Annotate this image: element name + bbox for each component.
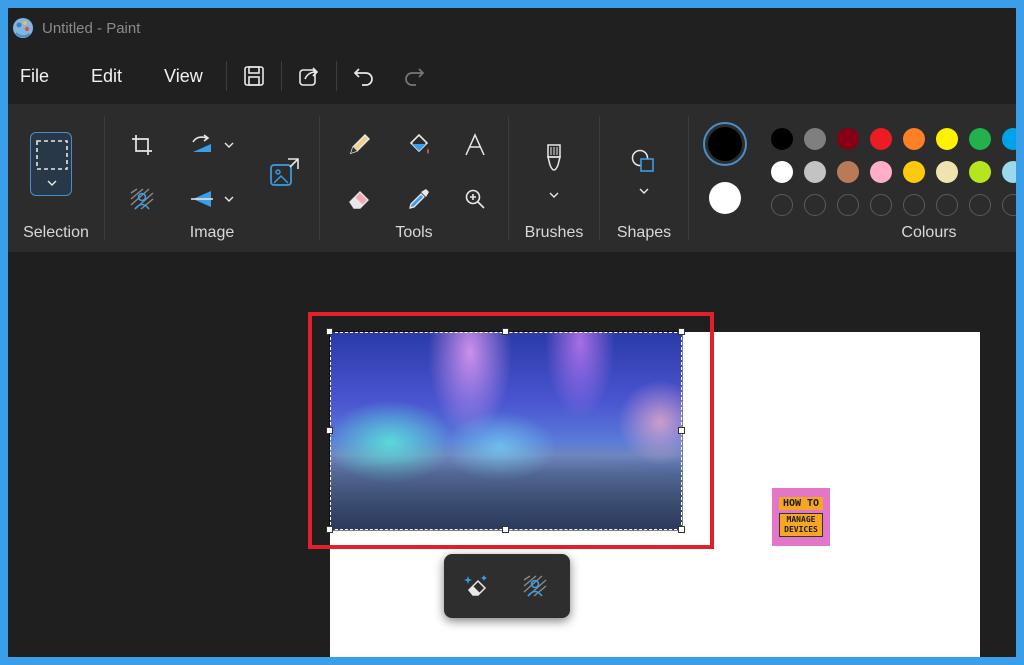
menu-divider [225, 61, 227, 91]
menu-edit[interactable]: Edit [78, 66, 135, 87]
menu-bar: File Edit View [8, 56, 1016, 96]
shapes-label: Shapes [616, 224, 672, 241]
shapes-icon[interactable] [626, 144, 660, 178]
save-icon[interactable] [237, 59, 271, 93]
flip-icon[interactable] [185, 182, 219, 216]
undo-icon[interactable] [347, 59, 381, 93]
redo-icon[interactable] [397, 59, 431, 93]
custom-colour-slot[interactable] [837, 194, 859, 216]
selection-button[interactable] [30, 132, 72, 196]
paint-window: Untitled - Paint File Edit View Selectio… [8, 8, 1016, 657]
menu-divider [280, 61, 282, 91]
canvas-workspace: HOW TO MANAGE DEVICES [8, 252, 1016, 657]
colour-swatch[interactable] [837, 128, 859, 150]
menu-divider [335, 61, 337, 91]
colour-swatch[interactable] [837, 161, 859, 183]
logo-line-2: MANAGE DEVICES [779, 513, 823, 537]
image-group: Image [105, 104, 319, 252]
secondary-colour-swatch[interactable] [709, 182, 741, 214]
colour-swatch[interactable] [969, 161, 991, 183]
custom-colour-slot[interactable] [903, 194, 925, 216]
flip-chevron-icon[interactable] [222, 192, 236, 206]
logo-line-1: HOW TO [778, 497, 824, 510]
rectangle-select-icon [36, 140, 68, 186]
selection-label: Selection [23, 224, 89, 241]
shapes-group: Shapes [600, 104, 688, 252]
rotate-icon[interactable] [185, 128, 219, 162]
primary-colour-fill [708, 127, 742, 161]
colour-swatch[interactable] [1002, 128, 1016, 150]
resize-image-icon[interactable] [265, 152, 305, 192]
colour-swatch[interactable] [903, 161, 925, 183]
colour-swatch[interactable] [1002, 161, 1016, 183]
window-title: Untitled - Paint [42, 19, 141, 37]
ribbon: Selection Image Tools Brushes Shapes Col… [8, 104, 1016, 252]
paint-app-icon [13, 18, 33, 38]
remove-background-icon[interactable] [518, 569, 552, 603]
share-icon[interactable] [292, 59, 326, 93]
colour-swatch[interactable] [870, 128, 892, 150]
custom-colour-slot[interactable] [1002, 194, 1016, 216]
brushes-group: Brushes [509, 104, 599, 252]
colour-swatch[interactable] [804, 128, 826, 150]
colour-swatch[interactable] [936, 161, 958, 183]
menu-view[interactable]: View [151, 66, 216, 87]
menu-file[interactable]: File [8, 66, 62, 87]
brushes-chevron-icon[interactable] [547, 188, 561, 202]
tools-group: Tools [320, 104, 508, 252]
magnifier-icon[interactable] [458, 182, 492, 216]
remove-background-icon[interactable] [125, 182, 159, 216]
text-icon[interactable] [458, 128, 492, 162]
colour-swatch[interactable] [771, 161, 793, 183]
colour-swatch[interactable] [969, 128, 991, 150]
image-label: Image [189, 224, 235, 241]
colour-swatch[interactable] [936, 128, 958, 150]
tools-label: Tools [395, 224, 433, 241]
custom-colour-slot[interactable] [969, 194, 991, 216]
fill-bucket-icon[interactable] [402, 128, 436, 162]
brush-icon[interactable] [537, 140, 571, 180]
how-to-manage-devices-logo: HOW TO MANAGE DEVICES [772, 488, 830, 546]
pencil-icon[interactable] [342, 128, 376, 162]
primary-colour-swatch[interactable] [703, 122, 747, 166]
custom-colour-slot[interactable] [804, 194, 826, 216]
color-picker-icon[interactable] [402, 182, 436, 216]
title-bar: Untitled - Paint [8, 8, 1016, 48]
colour-swatch[interactable] [771, 128, 793, 150]
custom-colour-slot[interactable] [936, 194, 958, 216]
brushes-label: Brushes [524, 224, 584, 241]
rotate-chevron-icon[interactable] [222, 138, 236, 152]
eraser-icon[interactable] [342, 182, 376, 216]
colours-label: Colours [901, 224, 957, 241]
colour-swatch[interactable] [870, 161, 892, 183]
selection-group: Selection [8, 104, 104, 252]
highlight-annotation [308, 312, 714, 549]
custom-colour-slot[interactable] [870, 194, 892, 216]
custom-colour-slot[interactable] [771, 194, 793, 216]
colour-swatch[interactable] [804, 161, 826, 183]
selection-floating-toolbar [444, 554, 570, 618]
generative-erase-icon[interactable] [460, 569, 494, 603]
colour-swatch[interactable] [903, 128, 925, 150]
colours-group: Colours [689, 104, 1016, 252]
crop-icon[interactable] [125, 128, 159, 162]
shapes-chevron-icon[interactable] [637, 184, 651, 198]
